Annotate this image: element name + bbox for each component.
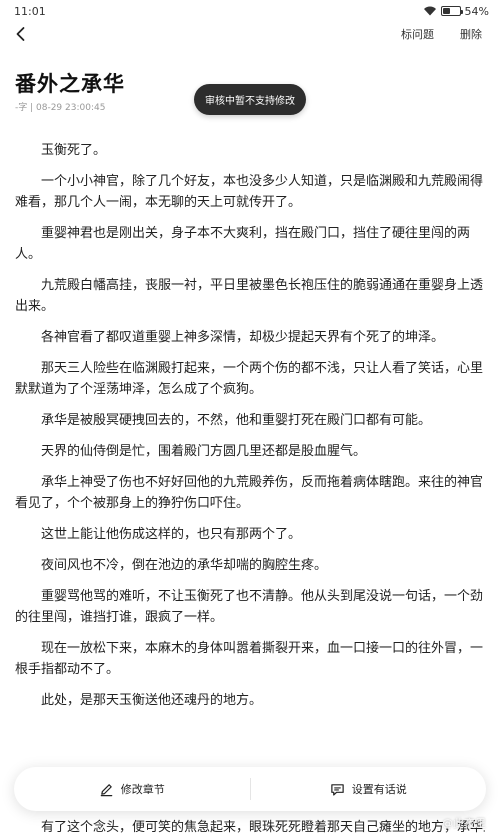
- chapter-paragraph: 承华是被殷冥硬拽回去的，不然，他和重婴打死在殿门口都有可能。: [41, 413, 432, 428]
- chapter-content: 玉衡死了。一个小小神官，除了几个好友，本也没多少人知道，只是临渊殿和九荒殿闹得难…: [15, 140, 485, 721]
- chapter-paragraph: 玉衡死了。: [41, 143, 107, 158]
- chapter-last-line: 有了这个念头，便可笑的焦急起来，眼珠死死瞪着那天自己瘫坐的地方，承华上: [41, 820, 485, 833]
- chapter-meta: -字 | 08-29 23:00:45: [15, 103, 106, 113]
- chapter-paragraph: 现在一放松下来，本麻木的身体叫嚣着撕裂开来，血一口接一口的往外冒，一根手指都动不…: [15, 641, 484, 677]
- chapter-paragraph: 天界的仙侍倒是忙，围着殿门方圆几里还都是股血腥气。: [41, 444, 367, 459]
- status-time: 11:01: [14, 4, 46, 18]
- battery-percent: 54%: [464, 4, 489, 18]
- chapter-paragraph: 这世上能让他伤成这样的，也只有那两个了。: [41, 527, 302, 542]
- author-note-button[interactable]: 设置有话说: [251, 767, 487, 811]
- review-toast: 审核中暂不支持修改: [194, 84, 306, 115]
- status-bar: 11:01 54%: [0, 0, 500, 22]
- chapter-title: 番外之承华: [15, 72, 125, 96]
- nav-actions: 标问题 删除: [401, 26, 482, 42]
- mark-issue-button[interactable]: 标问题: [401, 26, 434, 42]
- back-arrow-icon[interactable]: [12, 25, 30, 43]
- chapter-paragraph: 承华上神受了伤也不好好回他的九荒殿养伤，反而拖着病体瞎跑。来往的神官看见了，个个…: [15, 475, 484, 511]
- delete-button[interactable]: 删除: [460, 26, 482, 42]
- chapter-paragraph: 各神官看了都叹道重婴上神多深情，却极少提起天界有个死了的坤泽。: [41, 330, 445, 345]
- battery-fill: [442, 8, 451, 14]
- status-icons: 54%: [423, 5, 489, 18]
- author-note-label: 设置有话说: [351, 783, 407, 796]
- chapter-paragraph: 一个小小神官，除了几个好友，本也没多少人知道，只是临渊殿和九荒殿闹得难看，那几个…: [15, 174, 484, 210]
- chapter-paragraph: 九荒殿白幡高挂，丧服一衬，平日里被墨色长袍压住的脆弱通通在重婴身上透出来。: [15, 278, 484, 314]
- chapter-paragraph: 夜间风也不冷，倒在池边的承华却喘的胸腔生疼。: [41, 558, 328, 573]
- battery-icon: [440, 6, 463, 16]
- nav-bar: 标问题 删除: [0, 22, 500, 46]
- bottom-action-bar: 修改章节 设置有话说: [14, 767, 486, 811]
- edit-chapter-button[interactable]: 修改章节: [14, 767, 250, 811]
- wifi-icon: [423, 6, 436, 16]
- chat-bubble-icon: [331, 783, 344, 796]
- chapter-paragraph: 那天三人险些在临渊殿打起来，一个两个伤的都不浅，只让人看了笑话，心里默默道为了个…: [15, 361, 484, 397]
- edit-chapter-label: 修改章节: [120, 783, 165, 796]
- chapter-paragraph: 此处，是那天玉衡送他还魂丹的地方。: [41, 693, 263, 708]
- pen-icon: [100, 783, 113, 796]
- watermark: @此夜里: [442, 817, 486, 830]
- chapter-paragraph: 重婴骂他骂的难听，不让玉衡死了也不清静。他从头到尾没说一句话，一个劲的往里闯，谁…: [15, 589, 484, 625]
- chapter-paragraph: 重婴神君也是刚出关，身子本不大爽利，挡在殿门口，挡住了硬往里闯的两人。: [15, 226, 471, 262]
